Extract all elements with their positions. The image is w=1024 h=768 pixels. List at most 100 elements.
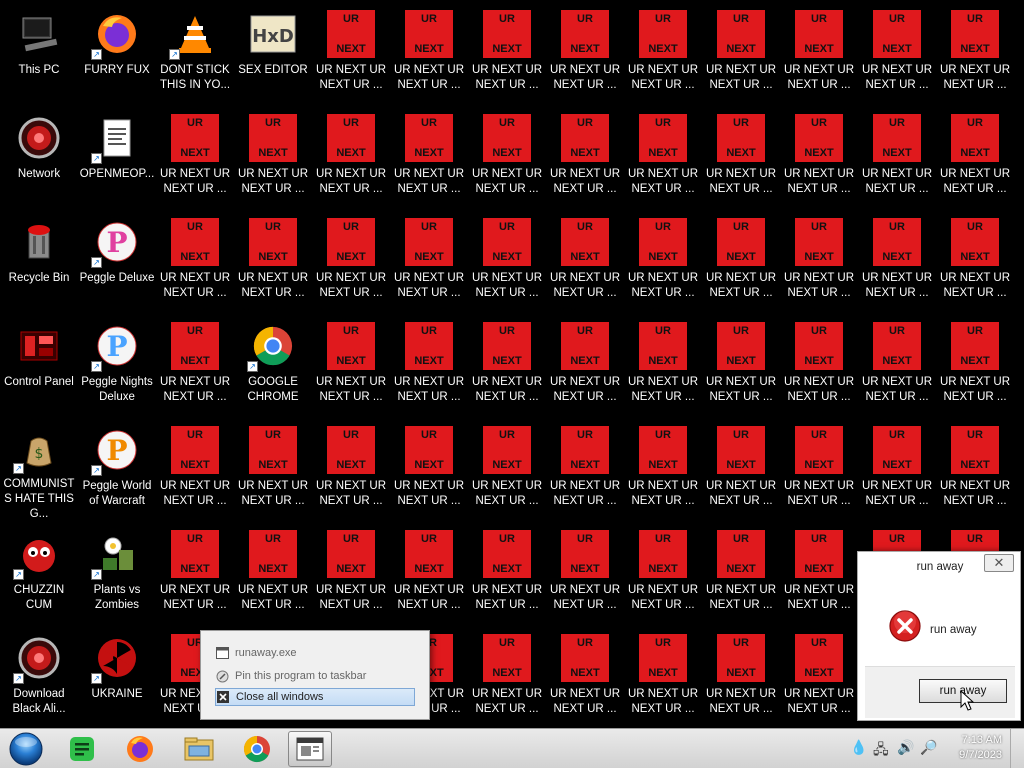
desktop-icon-ur-next[interactable]: UR NEXT UR NEXT UR NEXT UR ... (780, 106, 858, 210)
desktop-icon-ur-next[interactable]: UR NEXT UR NEXT UR NEXT UR ... (312, 522, 390, 626)
desktop-icon-ur-next[interactable]: UR NEXT UR NEXT UR NEXT UR ... (546, 314, 624, 418)
taskbar-runaway-button[interactable] (288, 731, 332, 767)
desktop-icon-ur-next[interactable]: UR NEXT UR NEXT UR NEXT UR ... (156, 106, 234, 210)
desktop-icon-ur-next[interactable]: UR NEXT UR NEXT UR NEXT UR ... (234, 522, 312, 626)
desktop-icon-ur-next[interactable]: UR NEXT UR NEXT UR NEXT UR ... (624, 418, 702, 522)
desktop-icon-ur-next[interactable]: UR NEXT UR NEXT UR NEXT UR ... (468, 626, 546, 728)
desktop-icon-ur-next[interactable]: UR NEXT UR NEXT UR NEXT UR ... (702, 626, 780, 728)
taskbar-chrome-button[interactable] (235, 731, 279, 767)
desktop-icon-ur-next[interactable]: UR NEXT UR NEXT UR NEXT UR ... (702, 522, 780, 626)
jumplist-pin-item[interactable]: Pin this program to taskbar (215, 667, 415, 685)
desktop-icon-radiation[interactable]: ↗ UKRAINE (78, 626, 156, 728)
taskbar-firefox-button[interactable] (118, 731, 162, 767)
tray-network-icon[interactable]: 🖧 (873, 739, 889, 763)
desktop-icon-ur-next[interactable]: UR NEXT UR NEXT UR NEXT UR ... (702, 2, 780, 106)
desktop-icon-vlc[interactable]: ↗ DONT STICK THIS IN YO... (156, 2, 234, 106)
desktop-icon-ur-next[interactable]: UR NEXT UR NEXT UR NEXT UR ... (390, 106, 468, 210)
desktop-icon-ur-next[interactable]: UR NEXT UR NEXT UR NEXT UR ... (858, 418, 936, 522)
desktop-icon-ur-next[interactable]: UR NEXT UR NEXT UR NEXT UR ... (156, 210, 234, 314)
desktop-icon-recycle-bin[interactable]: Recycle Bin (0, 210, 78, 314)
desktop-icon-computer[interactable]: This PC (0, 2, 78, 106)
desktop-icon-ur-next[interactable]: UR NEXT UR NEXT UR NEXT UR ... (702, 210, 780, 314)
jumplist-close-all-item[interactable]: Close all windows (215, 688, 415, 706)
desktop-icon-network[interactable]: Network (0, 106, 78, 210)
desktop-icon-ur-next[interactable]: UR NEXT UR NEXT UR NEXT UR ... (234, 106, 312, 210)
desktop-icon-ur-next[interactable]: UR NEXT UR NEXT UR NEXT UR ... (546, 210, 624, 314)
desktop-icon-ur-next[interactable]: UR NEXT UR NEXT UR NEXT UR ... (858, 2, 936, 106)
desktop-icon-ur-next[interactable]: UR NEXT UR NEXT UR NEXT UR ... (312, 210, 390, 314)
desktop-icon-ur-next[interactable]: UR NEXT UR NEXT UR NEXT UR ... (858, 210, 936, 314)
desktop-icon-ur-next[interactable]: UR NEXT UR NEXT UR NEXT UR ... (312, 418, 390, 522)
desktop-icon-ur-next[interactable]: UR NEXT UR NEXT UR NEXT UR ... (780, 626, 858, 728)
taskbar-explorer-button[interactable] (177, 731, 221, 767)
desktop-icon-ur-next[interactable]: UR NEXT UR NEXT UR NEXT UR ... (936, 2, 1014, 106)
desktop-icon-ur-next[interactable]: UR NEXT UR NEXT UR NEXT UR ... (468, 418, 546, 522)
desktop-icon-ur-next[interactable]: UR NEXT UR NEXT UR NEXT UR ... (546, 522, 624, 626)
desktop-icon-ur-next[interactable]: UR NEXT UR NEXT UR NEXT UR ... (780, 314, 858, 418)
desktop-icon-ur-next[interactable]: UR NEXT UR NEXT UR NEXT UR ... (234, 210, 312, 314)
desktop-icon-ur-next[interactable]: UR NEXT UR NEXT UR NEXT UR ... (468, 314, 546, 418)
desktop-icon-peggle[interactable]: P ↗ Peggle Deluxe (78, 210, 156, 314)
taskbar-clock[interactable]: 7:13 AM 9/7/2023 (959, 733, 1002, 763)
desktop-icon-ur-next[interactable]: UR NEXT UR NEXT UR NEXT UR ... (312, 314, 390, 418)
desktop-icon-ur-next[interactable]: UR NEXT UR NEXT UR NEXT UR ... (468, 2, 546, 106)
desktop-icon-ur-next[interactable]: UR NEXT UR NEXT UR NEXT UR ... (624, 2, 702, 106)
desktop-icon-ur-next[interactable]: UR NEXT UR NEXT UR NEXT UR ... (468, 210, 546, 314)
desktop-icon-ur-next[interactable]: UR NEXT UR NEXT UR NEXT UR ... (624, 106, 702, 210)
desktop-icon-ur-next[interactable]: UR NEXT UR NEXT UR NEXT UR ... (780, 210, 858, 314)
desktop-icon-ur-next[interactable]: UR NEXT UR NEXT UR NEXT UR ... (936, 418, 1014, 522)
desktop-icon-ur-next[interactable]: UR NEXT UR NEXT UR NEXT UR ... (780, 418, 858, 522)
desktop-icon-money-bag[interactable]: $ ↗ COMMUNISTS HATE THIS G... (0, 418, 78, 522)
desktop-icon-peggle-wow[interactable]: P ↗ Peggle World of Warcraft (78, 418, 156, 522)
dialog-close-button[interactable]: ✕ (984, 554, 1014, 572)
desktop-icon-chrome[interactable]: ↗ GOOGLE CHROME (234, 314, 312, 418)
tray-search-icon[interactable]: 🔎 (920, 739, 937, 756)
desktop-icon-ur-next[interactable]: UR NEXT UR NEXT UR NEXT UR ... (390, 522, 468, 626)
tray-volume-icon[interactable]: 🔊 (897, 739, 914, 756)
desktop-icon-ur-next[interactable]: UR NEXT UR NEXT UR NEXT UR ... (546, 2, 624, 106)
desktop-icon-ur-next[interactable]: UR NEXT UR NEXT UR NEXT UR ... (624, 626, 702, 728)
desktop-icon-ur-next[interactable]: UR NEXT UR NEXT UR NEXT UR ... (156, 418, 234, 522)
desktop-icon-chuzzle[interactable]: ↗ CHUZZIN CUM (0, 522, 78, 626)
desktop-icon-label: UR NEXT UR NEXT UR ... (627, 168, 699, 195)
jumplist-app-item[interactable]: runaway.exe (215, 644, 415, 662)
desktop-icon-firefox[interactable]: ↗ FURRY FUX (78, 2, 156, 106)
desktop-icon-peggle-nights[interactable]: P ↗ Peggle Nights Deluxe (78, 314, 156, 418)
desktop-icon-ur-next[interactable]: UR NEXT UR NEXT UR NEXT UR ... (546, 106, 624, 210)
desktop-icon-ur-next[interactable]: UR NEXT UR NEXT UR NEXT UR ... (234, 418, 312, 522)
desktop-icon-ur-next[interactable]: UR NEXT UR NEXT UR NEXT UR ... (936, 314, 1014, 418)
desktop-icon-ur-next[interactable]: UR NEXT UR NEXT UR NEXT UR ... (702, 418, 780, 522)
tray-drop-icon[interactable]: 💧 (850, 739, 867, 756)
desktop-icon-ur-next[interactable]: UR NEXT UR NEXT UR NEXT UR ... (312, 2, 390, 106)
desktop-icon-ur-next[interactable]: UR NEXT UR NEXT UR NEXT UR ... (624, 314, 702, 418)
desktop-icon-ur-next[interactable]: UR NEXT UR NEXT UR NEXT UR ... (936, 210, 1014, 314)
desktop-icon-ur-next[interactable]: UR NEXT UR NEXT UR NEXT UR ... (858, 314, 936, 418)
desktop-icon-ur-next[interactable]: UR NEXT UR NEXT UR NEXT UR ... (390, 2, 468, 106)
taskbar-notes-button[interactable] (60, 731, 104, 767)
desktop-icon-ur-next[interactable]: UR NEXT UR NEXT UR NEXT UR ... (702, 106, 780, 210)
desktop-icon-ur-next[interactable]: UR NEXT UR NEXT UR NEXT UR ... (624, 210, 702, 314)
desktop-icon-plants[interactable]: ↗ Plants vs Zombies (78, 522, 156, 626)
desktop-icon-ur-next[interactable]: UR NEXT UR NEXT UR NEXT UR ... (390, 418, 468, 522)
show-desktop-button[interactable] (1010, 729, 1024, 768)
desktop-icon-hxd[interactable]: HxD SEX EDITOR (234, 2, 312, 106)
desktop-icon-control-panel[interactable]: Control Panel (0, 314, 78, 418)
desktop-icon-ur-next[interactable]: UR NEXT UR NEXT UR NEXT UR ... (312, 106, 390, 210)
desktop-icon-ur-next[interactable]: UR NEXT UR NEXT UR NEXT UR ... (468, 522, 546, 626)
desktop-icon-ur-next[interactable]: UR NEXT UR NEXT UR NEXT UR ... (936, 106, 1014, 210)
desktop-icon-alien[interactable]: ↗ Download Black Ali... (0, 626, 78, 728)
desktop-icon-ur-next[interactable]: UR NEXT UR NEXT UR NEXT UR ... (624, 522, 702, 626)
desktop-icon-ur-next[interactable]: UR NEXT UR NEXT UR NEXT UR ... (546, 626, 624, 728)
desktop-icon-ur-next[interactable]: UR NEXT UR NEXT UR NEXT UR ... (780, 2, 858, 106)
desktop-icon-ur-next[interactable]: UR NEXT UR NEXT UR NEXT UR ... (468, 106, 546, 210)
desktop-icon-ur-next[interactable]: UR NEXT UR NEXT UR NEXT UR ... (390, 210, 468, 314)
desktop-icon-ur-next[interactable]: UR NEXT UR NEXT UR NEXT UR ... (156, 314, 234, 418)
desktop-icon-document[interactable]: ↗ OPENMEOP... (78, 106, 156, 210)
desktop-icon-ur-next[interactable]: UR NEXT UR NEXT UR NEXT UR ... (390, 314, 468, 418)
desktop-icon-ur-next[interactable]: UR NEXT UR NEXT UR NEXT UR ... (858, 106, 936, 210)
desktop-icon-ur-next[interactable]: UR NEXT UR NEXT UR NEXT UR ... (156, 522, 234, 626)
desktop-icon-ur-next[interactable]: UR NEXT UR NEXT UR NEXT UR ... (702, 314, 780, 418)
desktop-icon-ur-next[interactable]: UR NEXT UR NEXT UR NEXT UR ... (780, 522, 858, 626)
start-button[interactable] (6, 731, 46, 767)
desktop-icon-ur-next[interactable]: UR NEXT UR NEXT UR NEXT UR ... (546, 418, 624, 522)
